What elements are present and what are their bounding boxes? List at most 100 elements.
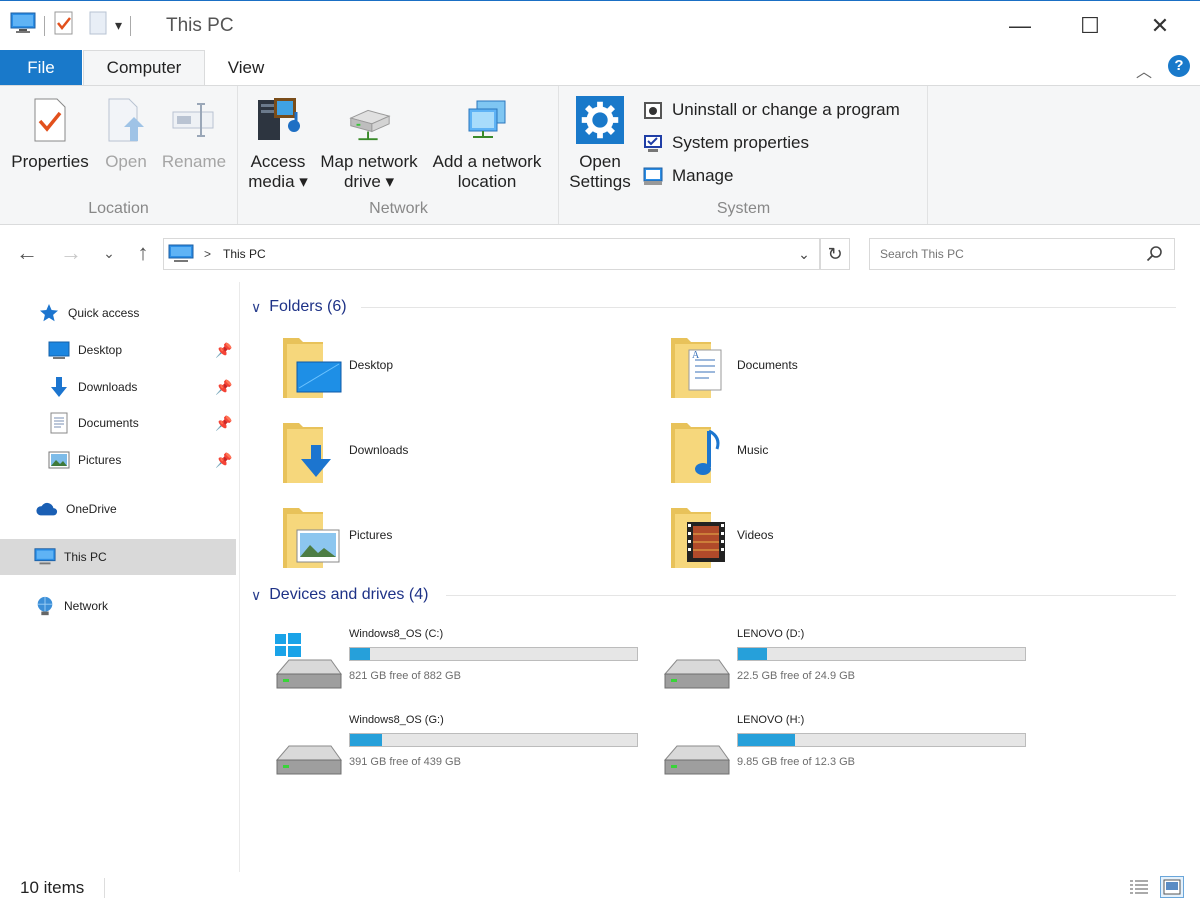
- access-media-label-1: Access: [250, 152, 306, 171]
- drive-tile[interactable]: Windows8_OS (C:) 821 GB free of 882 GB: [273, 628, 653, 708]
- tab-computer[interactable]: Computer: [83, 50, 205, 85]
- devices-section-header[interactable]: ∨ Devices and drives (4): [251, 582, 428, 608]
- nav-item-network[interactable]: Network: [0, 588, 236, 624]
- this-pc-icon[interactable]: [10, 12, 36, 39]
- drive-tile[interactable]: Windows8_OS (G:) 391 GB free of 439 GB: [273, 714, 653, 794]
- nav-item-onedrive[interactable]: OneDrive: [0, 491, 236, 527]
- download-arrow-icon: [48, 377, 70, 397]
- open-button[interactable]: Open: [98, 94, 154, 172]
- recent-locations-button[interactable]: ⌄: [94, 238, 124, 268]
- forward-button[interactable]: →: [56, 238, 86, 268]
- pin-icon[interactable]: 📌: [215, 452, 232, 469]
- folder-name: Music: [737, 443, 769, 457]
- desktop-folder-icon: [283, 338, 342, 398]
- system-properties-label: System properties: [672, 133, 809, 152]
- access-media-button[interactable]: Access media ▾: [245, 94, 311, 192]
- drive-usage-fill: [350, 648, 371, 660]
- drive-tile[interactable]: LENOVO (D:) 22.5 GB free of 24.9 GB: [661, 628, 1041, 708]
- properties-quick-icon[interactable]: [53, 11, 75, 40]
- music-folder-icon: [671, 423, 720, 483]
- ribbon-tabs: File Computer View ︿: [0, 50, 1200, 85]
- up-arrow-icon: ↑: [137, 240, 149, 265]
- desktop-icon: [48, 340, 70, 360]
- uninstall-icon: [644, 102, 662, 119]
- windows-drive-icon: [275, 633, 342, 689]
- ribbon-group-location: Properties Open Rename Location: [0, 86, 238, 224]
- refresh-button[interactable]: ↻: [820, 238, 850, 270]
- rename-label: Rename: [161, 152, 227, 171]
- add-location-label-2: location: [457, 172, 517, 191]
- add-network-location-button[interactable]: Add a network location: [427, 94, 547, 192]
- folder-name: Documents: [737, 358, 798, 372]
- access-media-label-2: media ▾: [248, 172, 308, 191]
- nav-item-this-pc[interactable]: This PC: [0, 539, 236, 575]
- folder-desktop[interactable]: Desktop: [281, 334, 661, 414]
- system-properties-button[interactable]: System properties: [642, 129, 809, 157]
- open-settings-label-1: Open: [579, 152, 621, 171]
- up-button[interactable]: ↑: [128, 238, 158, 268]
- drive-usage-bar: [737, 733, 1026, 747]
- close-button[interactable]: ✕: [1130, 7, 1190, 45]
- minimize-icon: —: [1009, 13, 1031, 38]
- search-box[interactable]: [869, 238, 1175, 270]
- customize-toolbar-icon[interactable]: ▾: [115, 17, 122, 34]
- drive-tile[interactable]: LENOVO (H:) 9.85 GB free of 12.3 GB: [661, 714, 1041, 794]
- address-bar[interactable]: > This PC: [163, 238, 820, 270]
- pin-icon[interactable]: 📌: [215, 379, 232, 396]
- tab-view[interactable]: View: [210, 50, 282, 85]
- details-view-button[interactable]: [1127, 876, 1151, 898]
- minimize-button[interactable]: —: [990, 7, 1050, 45]
- folder-videos[interactable]: Videos: [669, 504, 1049, 584]
- open-label: Open: [105, 152, 147, 171]
- forward-arrow-icon: →: [60, 240, 82, 265]
- folder-documents[interactable]: A Documents: [669, 334, 1049, 414]
- breadcrumb-this-pc[interactable]: This PC: [223, 247, 266, 261]
- drive-usage-fill: [738, 648, 767, 660]
- title-bar: ▾ This PC — ☐ ✕: [0, 0, 1200, 50]
- open-settings-button[interactable]: Open Settings: [566, 94, 634, 192]
- chevron-down-icon: ⌄: [103, 244, 115, 261]
- uninstall-program-button[interactable]: Uninstall or change a program: [642, 96, 900, 124]
- documents-folder-icon: A: [671, 338, 722, 398]
- maximize-button[interactable]: ☐: [1060, 7, 1120, 45]
- folders-section-header[interactable]: ∨ Folders (6): [251, 294, 347, 320]
- network-location-icon: [463, 94, 511, 146]
- tab-file[interactable]: File: [0, 50, 82, 85]
- hard-drive-icon: [663, 659, 730, 689]
- cloud-icon: [36, 499, 58, 519]
- picture-icon: [48, 450, 70, 470]
- folder-downloads[interactable]: Downloads: [281, 419, 661, 499]
- pin-icon[interactable]: 📌: [215, 342, 232, 359]
- back-button[interactable]: ←: [12, 238, 42, 268]
- downloads-folder-icon: [283, 423, 331, 483]
- properties-button[interactable]: Properties: [8, 94, 92, 172]
- svg-text:A: A: [692, 350, 700, 361]
- folder-name: Videos: [737, 528, 774, 542]
- document-icon: [48, 412, 70, 434]
- search-input[interactable]: [880, 247, 1130, 261]
- rename-button[interactable]: Rename: [160, 94, 228, 172]
- large-icons-view-button[interactable]: [1160, 876, 1184, 898]
- network-group-label: Network: [369, 200, 428, 217]
- new-folder-quick-icon[interactable]: [87, 11, 109, 40]
- address-dropdown-button[interactable]: ⌄: [790, 238, 818, 270]
- help-icon[interactable]: ?: [1168, 55, 1190, 77]
- manage-icon: [643, 167, 663, 185]
- map-drive-label-1: Map network: [320, 152, 418, 171]
- pin-icon[interactable]: 📌: [215, 415, 232, 432]
- manage-button[interactable]: Manage: [642, 162, 733, 190]
- downloads-label: Downloads: [78, 380, 138, 394]
- nav-item-documents[interactable]: Documents 📌: [0, 405, 236, 441]
- nav-item-pictures[interactable]: Pictures 📌: [0, 442, 236, 478]
- collapse-ribbon-chevron-icon[interactable]: ︿: [1136, 58, 1152, 82]
- nav-item-desktop[interactable]: Desktop 📌: [0, 332, 236, 368]
- properties-label: Properties: [11, 152, 89, 171]
- folder-music[interactable]: Music: [669, 419, 1049, 499]
- navigation-row: ← → ⌄ ↑ > This PC ⌄ ↻: [0, 226, 1200, 282]
- back-arrow-icon: ←: [16, 240, 38, 265]
- nav-item-quick-access[interactable]: Quick access: [0, 295, 236, 331]
- folder-pictures[interactable]: Pictures: [281, 504, 661, 584]
- map-network-drive-button[interactable]: Map network drive ▾: [315, 94, 423, 192]
- nav-item-downloads[interactable]: Downloads 📌: [0, 369, 236, 405]
- system-group-label: System: [716, 200, 771, 217]
